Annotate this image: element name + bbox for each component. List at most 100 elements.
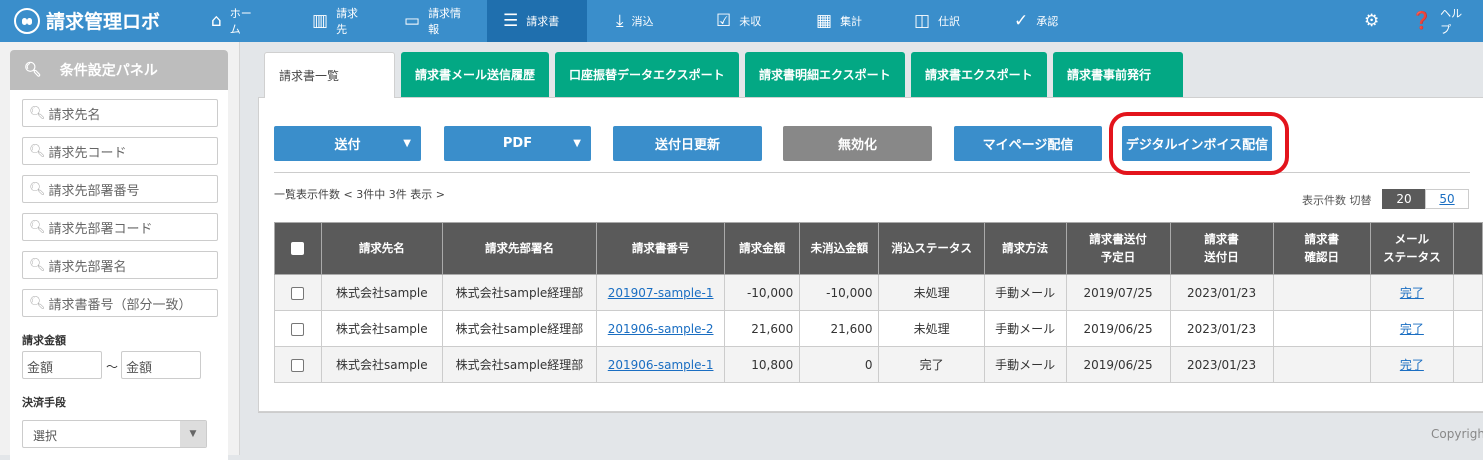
mail-status-link[interactable]: 完了 bbox=[1400, 286, 1424, 300]
robot-icon bbox=[14, 7, 40, 34]
nav-item-4[interactable]: ⤓ 消込 bbox=[600, 0, 680, 42]
row-select-cell[interactable] bbox=[274, 310, 322, 347]
table-cell bbox=[1452, 274, 1483, 311]
table-cell: 株式会社sample経理部 bbox=[441, 310, 598, 347]
amount-from-input[interactable]: 金額 bbox=[22, 351, 102, 379]
nav-label: 請求先 bbox=[336, 7, 359, 36]
table-cell: 201906-sample-2 bbox=[596, 310, 725, 347]
per-page-50[interactable]: 50 bbox=[1425, 189, 1469, 209]
filter-panel: 🔍︎ 条件設定パネル 🔍︎ 請求先名 🔍︎ 請求先コード 🔍︎ 請求先部署番号 🔍︎ 請求先部署… bbox=[10, 50, 228, 460]
row-checkbox[interactable] bbox=[291, 286, 305, 300]
column-header: 請求書送付 予定日 bbox=[1065, 222, 1171, 275]
row-checkbox[interactable] bbox=[291, 322, 305, 336]
table-cell: 手動メール bbox=[983, 310, 1067, 347]
pdf-label: PDF bbox=[502, 136, 533, 151]
invoice-number-link[interactable]: 201907-sample-1 bbox=[608, 286, 714, 300]
row-select-cell[interactable] bbox=[274, 274, 322, 311]
tab-0[interactable]: 請求書一覧 bbox=[264, 52, 395, 98]
table-cell: -10,000 bbox=[799, 274, 880, 311]
nav-label: ホーム bbox=[229, 7, 252, 36]
search-icon: 🔍︎ bbox=[29, 219, 46, 235]
copyright: Copyrigh bbox=[1431, 427, 1483, 441]
nav-item-7[interactable]: ◫ 仕訳 bbox=[898, 0, 978, 42]
table-cell: 株式会社sample経理部 bbox=[441, 346, 598, 383]
tab-4[interactable]: 請求書エクスポート bbox=[911, 52, 1047, 97]
payment-method-select[interactable]: 選択 ▼ bbox=[22, 420, 207, 448]
gear-icon: ⚙ bbox=[1364, 11, 1380, 31]
nav-label: 承認 bbox=[1036, 15, 1059, 28]
column-header: 請求方法 bbox=[983, 222, 1067, 275]
table-cell: 未処理 bbox=[878, 310, 985, 347]
checkbox-icon: ☑ bbox=[716, 11, 732, 31]
table-cell: 株式会社sample経理部 bbox=[441, 274, 598, 311]
search-icon: 🔍︎ bbox=[29, 181, 46, 197]
table-cell bbox=[1272, 346, 1371, 383]
footer-divider bbox=[258, 412, 1483, 413]
help-button[interactable]: ❓ ヘルプ bbox=[1395, 0, 1483, 42]
search-field[interactable]: 🔍︎ 請求先名 bbox=[22, 99, 218, 127]
amount-to-input[interactable]: 金額 bbox=[121, 351, 201, 379]
table-cell: 2023/01/23 bbox=[1169, 310, 1274, 347]
nav-item-3[interactable]: ☰ 請求書 bbox=[487, 0, 587, 42]
row-checkbox[interactable] bbox=[291, 358, 305, 372]
top-nav-bar: 請求管理ロボ ⌂ ホーム ▥ 請求先 ▭ 請求情報 ☰ 請求書 ⤓ 消込 ☑ 未収 ▦ 集計 ◫ 仕訳 ✓ 承認 … bbox=[0, 0, 1483, 42]
search-placeholder: 請求先コード bbox=[48, 145, 127, 161]
tab-3[interactable]: 請求書明細エクスポート bbox=[745, 52, 905, 97]
amount-label: 請求金額 bbox=[22, 334, 66, 347]
select-all-checkbox[interactable] bbox=[291, 241, 305, 255]
column-header: 請求書 送付日 bbox=[1169, 222, 1274, 275]
invoice-number-link[interactable]: 201906-sample-1 bbox=[608, 358, 714, 372]
settings-button[interactable]: ⚙ bbox=[1348, 0, 1395, 42]
send-label: 送付 bbox=[334, 138, 361, 153]
building-icon: ▥ bbox=[312, 11, 329, 31]
table-cell: 201907-sample-1 bbox=[596, 274, 725, 311]
table-cell: 2023/01/23 bbox=[1169, 346, 1274, 383]
filter-panel-header: 🔍︎ 条件設定パネル bbox=[10, 50, 228, 90]
mypage-delivery-button[interactable]: マイページ配信 bbox=[954, 126, 1102, 161]
nav-item-2[interactable]: ▭ 請求情報 bbox=[388, 0, 480, 42]
home-icon: ⌂ bbox=[211, 11, 222, 31]
table-cell: 未処理 bbox=[878, 274, 985, 311]
search-field[interactable]: 🔍︎ 請求先部署コード bbox=[22, 213, 218, 241]
tab-1[interactable]: 請求書メール送信履歴 bbox=[401, 52, 549, 97]
mail-status-link[interactable]: 完了 bbox=[1400, 358, 1424, 372]
nav-label: 仕訳 bbox=[938, 15, 961, 28]
nav-label: 消込 bbox=[631, 15, 654, 28]
row-select-cell[interactable] bbox=[274, 346, 322, 383]
invalidate-button[interactable]: 無効化 bbox=[783, 126, 932, 161]
search-field[interactable]: 🔍︎ 請求先部署名 bbox=[22, 251, 218, 279]
column-header bbox=[1452, 222, 1483, 275]
tab-2[interactable]: 口座振替データエクスポート bbox=[555, 52, 739, 97]
table-cell: 手動メール bbox=[983, 346, 1067, 383]
search-field[interactable]: 🔍︎ 請求書番号（部分一致） bbox=[22, 289, 218, 317]
pdf-button[interactable]: PDF ▼ bbox=[444, 126, 591, 161]
column-header: 請求書番号 bbox=[596, 222, 725, 275]
nav-item-0[interactable]: ⌂ ホーム bbox=[195, 0, 275, 42]
table-cell: 10,800 bbox=[723, 346, 801, 383]
search-placeholder: 請求先部署コード bbox=[48, 221, 153, 237]
per-page-20[interactable]: 20 bbox=[1382, 189, 1426, 209]
table-cell: 2019/07/25 bbox=[1065, 274, 1171, 311]
nav-item-1[interactable]: ▥ 請求先 bbox=[296, 0, 376, 42]
nav-label: 集計 bbox=[840, 15, 863, 28]
mail-status-link[interactable]: 完了 bbox=[1400, 322, 1424, 336]
send-button[interactable]: 送付 ▼ bbox=[274, 126, 421, 161]
column-header: メール ステータス bbox=[1369, 222, 1454, 275]
invoice-number-link[interactable]: 201906-sample-2 bbox=[608, 322, 714, 336]
per-page-50-link[interactable]: 50 bbox=[1439, 192, 1454, 206]
update-send-date-button[interactable]: 送付日更新 bbox=[613, 126, 762, 161]
nav-item-6[interactable]: ▦ 集計 bbox=[800, 0, 880, 42]
table-row: 株式会社sample 株式会社sample経理部 201906-sample-2 21… bbox=[274, 310, 1483, 347]
search-icon: 🔍︎ bbox=[29, 143, 46, 159]
search-field[interactable]: 🔍︎ 請求先部署番号 bbox=[22, 175, 218, 203]
nav-item-8[interactable]: ✓ 承認 bbox=[998, 0, 1088, 42]
search-placeholder: 請求書番号（部分一致） bbox=[48, 297, 192, 313]
nav-item-5[interactable]: ☑ 未収 bbox=[700, 0, 780, 42]
amount-range-separator: ～ bbox=[106, 360, 119, 374]
table-cell: 2019/06/25 bbox=[1065, 310, 1171, 347]
app-logo[interactable]: 請求管理ロボ bbox=[14, 7, 160, 34]
table-cell: 手動メール bbox=[983, 274, 1067, 311]
select-all-header[interactable] bbox=[274, 222, 322, 275]
tab-5[interactable]: 請求書事前発行 bbox=[1053, 52, 1183, 97]
search-field[interactable]: 🔍︎ 請求先コード bbox=[22, 137, 218, 165]
